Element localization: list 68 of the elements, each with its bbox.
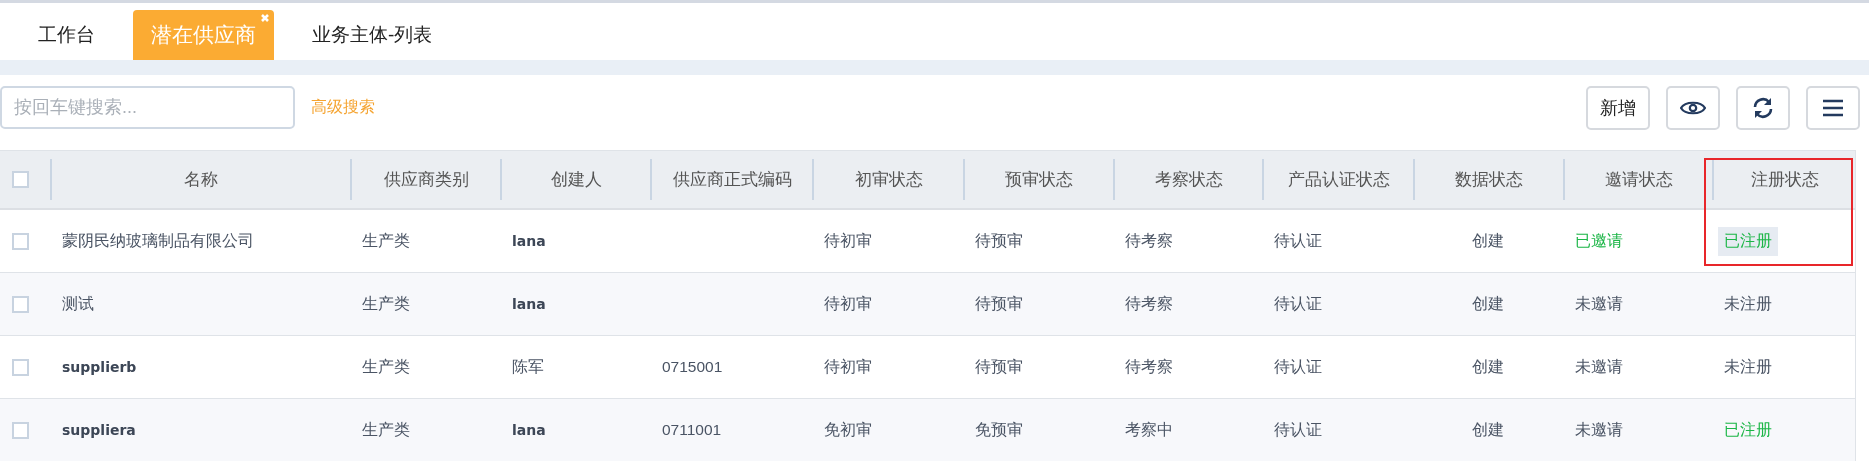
table-cell-text: 待预审 — [975, 356, 1023, 377]
table-cell: 0715001 — [662, 358, 723, 376]
table-cell-text: 蒙阴民纳玻璃制品有限公司 — [62, 230, 254, 251]
column-header[interactable]: 初审状态 — [812, 159, 963, 200]
table-cell-text: 生产类 — [362, 230, 410, 251]
table-cell-text: 测试 — [62, 293, 94, 314]
checkbox[interactable] — [12, 171, 29, 188]
table-cell-text: 未邀请 — [1575, 419, 1623, 440]
checkbox[interactable] — [12, 421, 29, 439]
table-cell-text: 待初审 — [824, 293, 872, 314]
refresh-icon — [1751, 95, 1775, 120]
table-cell: 0711001 — [662, 421, 722, 439]
checkbox[interactable] — [12, 232, 29, 250]
table-cell-text: 生产类 — [362, 293, 410, 314]
table-cell-text: 待初审 — [824, 230, 872, 251]
table-cell: 已注册 — [1718, 226, 1778, 256]
table-cell-text: 待认证 — [1274, 293, 1322, 314]
table-cell-text: 已注册 — [1723, 419, 1773, 440]
table-cell-text: 待考察 — [1125, 356, 1173, 377]
table-cell-text: 创建 — [1472, 230, 1504, 251]
table-cell-text: 待预审 — [975, 230, 1023, 251]
table-cell-text: 未邀请 — [1575, 356, 1623, 377]
tab[interactable]: 工作台 — [20, 10, 113, 60]
checkbox[interactable] — [12, 295, 29, 313]
table-cell: lana — [512, 233, 546, 249]
table-cell: supplierb — [62, 359, 137, 375]
checkbox[interactable] — [12, 358, 29, 376]
view-button[interactable] — [1666, 85, 1720, 130]
column-header[interactable]: 供应商正式编码 — [650, 159, 812, 200]
column-header[interactable]: 预审状态 — [963, 159, 1113, 200]
table-cell-text: 待预审 — [975, 293, 1023, 314]
menu-button[interactable] — [1806, 85, 1860, 130]
table-cell-text: 免初审 — [824, 419, 872, 440]
close-icon[interactable] — [259, 12, 271, 24]
table-cell: suppliera — [62, 422, 136, 438]
table-cell-text: 陈军 — [512, 356, 544, 377]
table-cell-text: 待认证 — [1274, 230, 1322, 251]
table-cell-text: 待考察 — [1125, 293, 1173, 314]
table-cell-text: 待认证 — [1274, 356, 1322, 377]
menu-icon — [1822, 98, 1844, 117]
table-cell-text: 待考察 — [1125, 230, 1173, 251]
table-cell-text: 待认证 — [1274, 419, 1322, 440]
table-cell-text: 未注册 — [1723, 356, 1773, 377]
table-cell: lana — [512, 296, 546, 312]
table-cell-text: 已邀请 — [1575, 230, 1623, 251]
tab[interactable]: 业务主体-列表 — [294, 10, 451, 60]
table-cell: lana — [512, 422, 546, 438]
table-cell-text: 创建 — [1472, 293, 1504, 314]
table-cell-text: 生产类 — [362, 356, 410, 377]
column-header[interactable]: 名称 — [50, 159, 350, 200]
table-cell-text: 生产类 — [362, 419, 410, 440]
column-header[interactable]: 产品认证状态 — [1262, 159, 1413, 200]
table-cell-text: 免预审 — [975, 419, 1023, 440]
table-cell-text: 待初审 — [824, 356, 872, 377]
column-header[interactable]: 创建人 — [500, 159, 650, 200]
column-header[interactable]: 邀请状态 — [1563, 159, 1712, 200]
table-cell-text: 创建 — [1472, 419, 1504, 440]
column-header[interactable]: 供应商类别 — [350, 159, 500, 200]
table-cell-text: 未注册 — [1723, 293, 1773, 314]
column-header[interactable]: 考察状态 — [1113, 159, 1262, 200]
table-cell-text: 未邀请 — [1575, 293, 1623, 314]
search-field[interactable]: 按回车键搜索... — [0, 86, 295, 129]
add-button[interactable]: 新增 — [1586, 85, 1650, 130]
column-header[interactable]: 数据状态 — [1413, 159, 1563, 200]
table-cell-text: 考察中 — [1125, 419, 1173, 440]
column-header[interactable]: 注册状态 — [1712, 159, 1855, 200]
refresh-button[interactable] — [1736, 85, 1790, 130]
table-cell-text: 创建 — [1472, 356, 1504, 377]
